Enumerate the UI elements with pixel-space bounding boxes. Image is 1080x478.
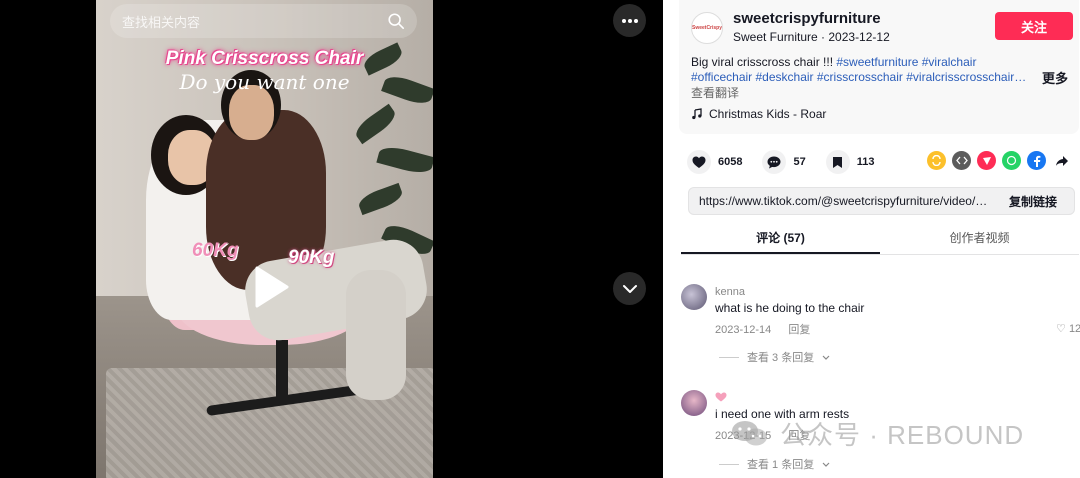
play-icon[interactable]	[245, 262, 295, 312]
watermark-text: 公众号 · REBOUND	[780, 420, 1025, 450]
watermark: 公众号 · REBOUND	[730, 415, 1024, 452]
description-text: Big viral crisscross chair !!!	[691, 55, 837, 69]
comment-count: 57	[793, 156, 806, 168]
chevron-down-icon	[622, 284, 637, 293]
share-arrow-icon[interactable]	[1052, 151, 1071, 170]
commenter-avatar[interactable]	[681, 390, 707, 416]
bookmark-icon	[833, 156, 843, 168]
commenter-name[interactable]	[715, 392, 727, 405]
description-more-link[interactable]: 更多	[1042, 68, 1068, 87]
like-count: 6058	[718, 156, 743, 168]
avatar-logo-text: SweetCrispy	[692, 25, 723, 31]
tab-comments[interactable]: 评论 (57)	[681, 223, 880, 254]
save-button[interactable]: 113	[825, 150, 875, 174]
facebook-icon[interactable]	[1027, 151, 1046, 170]
video-label-left: 60Kg	[192, 240, 239, 261]
embed-icon[interactable]	[952, 151, 971, 170]
comment-like[interactable]: ♡ 12	[1056, 322, 1080, 335]
commenter-avatar[interactable]	[681, 284, 707, 310]
chevron-down-icon	[822, 462, 830, 467]
hashtag[interactable]: #officechair	[691, 70, 752, 84]
search-input[interactable]: 查找相关内容	[122, 12, 387, 31]
view-replies-button[interactable]: 查看 3 条回复	[719, 349, 830, 365]
chair-pole	[276, 340, 288, 400]
comment-date: 2023-12-14	[715, 324, 772, 336]
share-link-url[interactable]: https://www.tiktok.com/@sweetcrispyfurni…	[689, 194, 992, 208]
search-bar[interactable]: 查找相关内容	[110, 4, 417, 38]
tab-creator-videos[interactable]: 创作者视频	[880, 223, 1079, 254]
comment-button[interactable]: 57	[762, 150, 806, 174]
view-replies-label: 查看 3 条回复	[747, 352, 815, 364]
video-pane: 查找相关内容 Pink Crisscross Chair Do you want…	[0, 0, 663, 478]
hashtag[interactable]: #viralchair	[922, 55, 977, 69]
save-count: 113	[856, 156, 875, 168]
copy-link-button[interactable]: 复制链接	[992, 188, 1074, 214]
next-video-button[interactable]	[613, 272, 646, 305]
send-icon[interactable]	[977, 151, 996, 170]
heart-icon	[692, 156, 706, 168]
whatsapp-icon[interactable]	[1002, 151, 1021, 170]
heart-outline-icon: ♡	[1056, 323, 1066, 335]
video-info-card: SweetCrispy sweetcrispyfurniture Sweet F…	[679, 0, 1079, 134]
share-row	[927, 151, 1071, 170]
video-overlay-title: Pink Crisscross Chair	[165, 48, 364, 69]
comment-icon	[767, 156, 781, 168]
author-username[interactable]: sweetcrispyfurniture	[733, 10, 881, 27]
hashtag[interactable]: #sweetfurniture	[836, 55, 918, 69]
more-options-button[interactable]	[613, 4, 646, 37]
music-title: Christmas Kids - Roar	[709, 107, 827, 121]
author-subline: Sweet Furniture · 2023-12-12	[733, 30, 890, 44]
hashtag[interactable]: #crisscrosschair	[817, 70, 903, 84]
comment-meta: 2023-12-14 回复	[715, 321, 824, 337]
app-root: 查找相关内容 Pink Crisscross Chair Do you want…	[0, 0, 1080, 478]
video-description: Big viral crisscross chair !!! #sweetfur…	[691, 55, 1031, 85]
search-icon[interactable]	[387, 12, 405, 30]
pants-leg	[346, 270, 406, 400]
chevron-down-icon	[822, 355, 830, 360]
music-note-icon	[692, 108, 702, 120]
view-replies-button[interactable]: 查看 1 条回复	[719, 456, 830, 472]
commenter-name[interactable]: kenna	[715, 286, 745, 298]
like-button[interactable]: 6058	[687, 150, 742, 174]
video-overlay-subtitle: Do you want one	[179, 70, 350, 94]
hashtag[interactable]: #viralcrisscrosschair…	[906, 70, 1026, 84]
comment-like-count: 12	[1068, 323, 1080, 335]
author-avatar[interactable]: SweetCrispy	[691, 12, 723, 44]
side-panel: SweetCrispy sweetcrispyfurniture Sweet F…	[663, 0, 1080, 478]
reply-button[interactable]: 回复	[788, 324, 810, 336]
repost-icon[interactable]	[927, 151, 946, 170]
hashtag[interactable]: #deskchair	[756, 70, 814, 84]
view-replies-label: 查看 1 条回复	[747, 459, 815, 471]
wechat-icon	[732, 420, 767, 445]
translate-link[interactable]: 查看翻译	[691, 84, 739, 101]
music-info[interactable]: Christmas Kids - Roar	[691, 107, 826, 121]
comment-text: what is he doing to the chair	[715, 301, 865, 315]
share-link-box: https://www.tiktok.com/@sweetcrispyfurni…	[688, 187, 1075, 215]
heart-emoji-icon	[715, 392, 727, 402]
more-dots-icon	[621, 18, 638, 23]
comment-item: kenna what is he doing to the chair 2023…	[681, 284, 1080, 374]
comment-tabs: 评论 (57) 创作者视频	[681, 223, 1079, 255]
follow-button[interactable]: 关注	[995, 12, 1073, 40]
